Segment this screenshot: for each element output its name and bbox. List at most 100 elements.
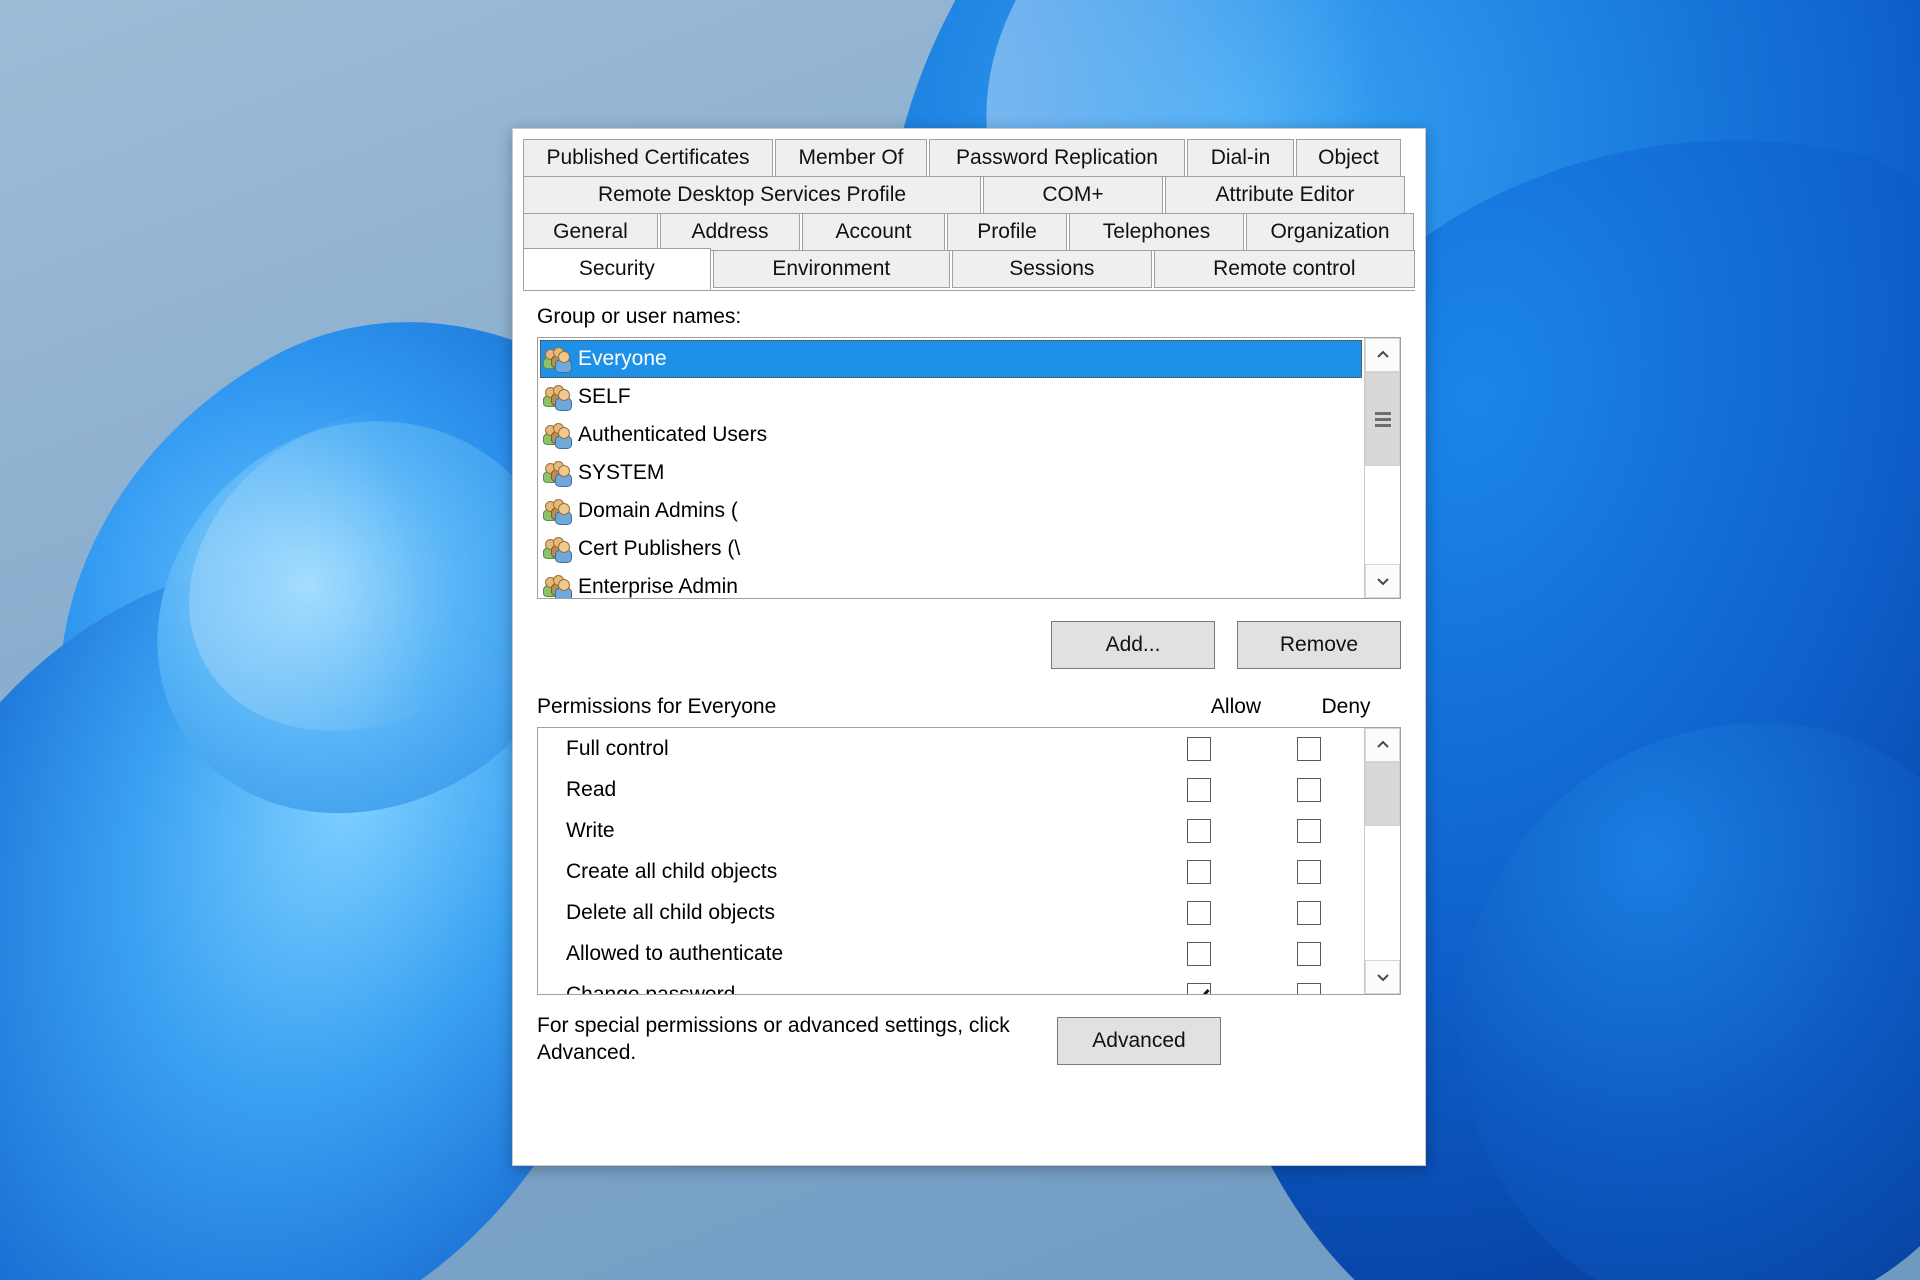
- scroll-up-button[interactable]: [1365, 338, 1400, 372]
- permission-allow-cell: [1144, 778, 1254, 802]
- tab-strip: Published CertificatesMember OfPassword …: [513, 129, 1425, 290]
- permissions-rows: Full control ReadWriteCreate all child ob…: [538, 728, 1364, 994]
- group-list-item[interactable]: SELF: [540, 378, 1364, 416]
- group-user-icon: [544, 385, 570, 409]
- tab-account[interactable]: Account: [802, 213, 945, 251]
- group-list-item[interactable]: Domain Admins (: [540, 492, 1364, 530]
- tab-row-4: SecurityEnvironmentSessionsRemote contro…: [523, 250, 1415, 290]
- group-user-icon: [544, 537, 570, 561]
- chevron-up-icon: [1375, 347, 1391, 363]
- permission-deny-cell: [1254, 942, 1364, 966]
- dialog-footer: For special permissions or advanced sett…: [537, 1013, 1415, 1067]
- permission-allow-checkbox[interactable]: [1187, 942, 1211, 966]
- permission-deny-checkbox[interactable]: [1297, 901, 1321, 925]
- group-list-item-label: Cert Publishers (\: [574, 537, 740, 561]
- group-list-item[interactable]: Everyone: [540, 340, 1362, 378]
- permission-row[interactable]: Create all child objects: [538, 851, 1364, 892]
- permission-allow-cell: [1144, 901, 1254, 925]
- permission-allow-checkbox[interactable]: [1187, 737, 1211, 761]
- tab-dial-in[interactable]: Dial-in: [1187, 139, 1294, 177]
- deny-column-header: Deny: [1291, 695, 1401, 719]
- chevron-down-icon: [1375, 573, 1391, 589]
- tab-address[interactable]: Address: [660, 213, 800, 251]
- permissions-scroll-track[interactable]: [1365, 762, 1400, 960]
- permission-row[interactable]: Write: [538, 810, 1364, 851]
- desktop-wallpaper: Published CertificatesMember OfPassword …: [0, 0, 1920, 1280]
- permission-deny-cell: [1254, 983, 1364, 995]
- permission-deny-checkbox[interactable]: [1297, 737, 1321, 761]
- group-list-item[interactable]: Enterprise Admin: [540, 568, 1364, 598]
- security-tab-pane: Group or user names: Everyone SELFAuthent…: [523, 290, 1415, 995]
- permission-name: Allowed to authenticate: [538, 942, 1144, 966]
- permission-allow-cell: [1144, 819, 1254, 843]
- advanced-hint-text: For special permissions or advanced sett…: [537, 1013, 1057, 1067]
- permissions-listbox[interactable]: Full control ReadWriteCreate all child ob…: [537, 727, 1401, 995]
- tab-profile[interactable]: Profile: [947, 213, 1067, 251]
- group-list-item-label: Everyone: [574, 347, 667, 371]
- tab-row-2: Remote Desktop Services ProfileCOM+Attri…: [523, 176, 1415, 214]
- tab-attribute-editor[interactable]: Attribute Editor: [1165, 176, 1405, 214]
- group-list-scrollbar[interactable]: [1364, 338, 1400, 598]
- permissions-scroll-thumb[interactable]: [1365, 762, 1400, 826]
- group-user-icon: [544, 423, 570, 447]
- allow-column-header: Allow: [1181, 695, 1291, 719]
- scroll-track[interactable]: [1365, 372, 1400, 564]
- permission-allow-checkbox[interactable]: [1187, 778, 1211, 802]
- permission-deny-cell: [1254, 778, 1364, 802]
- group-user-listbox[interactable]: Everyone SELFAuthenticated Users SYSTEM Dom…: [537, 337, 1401, 599]
- advanced-button[interactable]: Advanced: [1057, 1017, 1221, 1065]
- tab-security[interactable]: Security: [523, 248, 711, 290]
- permission-row[interactable]: Full control: [538, 728, 1364, 769]
- group-user-icon: [544, 347, 570, 371]
- scroll-thumb[interactable]: [1365, 372, 1400, 466]
- permissions-scroll-down-button[interactable]: [1365, 960, 1400, 994]
- tab-password-replication[interactable]: Password Replication: [929, 139, 1185, 177]
- permission-allow-checkbox[interactable]: [1187, 983, 1211, 995]
- permission-deny-checkbox[interactable]: [1297, 942, 1321, 966]
- tab-sessions[interactable]: Sessions: [952, 250, 1152, 288]
- group-list-item[interactable]: SYSTEM: [540, 454, 1364, 492]
- permissions-scroll-up-button[interactable]: [1365, 728, 1400, 762]
- permission-row[interactable]: Read: [538, 769, 1364, 810]
- add-button[interactable]: Add...: [1051, 621, 1215, 669]
- group-user-icon: [544, 575, 570, 598]
- group-list-item[interactable]: Cert Publishers (\: [540, 530, 1364, 568]
- permission-allow-cell: [1144, 942, 1254, 966]
- tab-remote-control[interactable]: Remote control: [1154, 250, 1415, 288]
- tab-published-certificates[interactable]: Published Certificates: [523, 139, 773, 177]
- permissions-scrollbar[interactable]: [1364, 728, 1400, 994]
- permission-deny-checkbox[interactable]: [1297, 860, 1321, 884]
- permission-allow-checkbox[interactable]: [1187, 860, 1211, 884]
- tab-object[interactable]: Object: [1296, 139, 1401, 177]
- tab-organization[interactable]: Organization: [1246, 213, 1414, 251]
- group-list-buttons: Add... Remove: [537, 621, 1401, 669]
- permission-row[interactable]: Allowed to authenticate: [538, 933, 1364, 974]
- tab-remote-desktop-services-profile[interactable]: Remote Desktop Services Profile: [523, 176, 981, 214]
- scroll-down-button[interactable]: [1365, 564, 1400, 598]
- permission-allow-checkbox[interactable]: [1187, 901, 1211, 925]
- permission-deny-cell: [1254, 819, 1364, 843]
- permission-allow-cell: [1144, 737, 1254, 761]
- advanced-button-wrap: Advanced: [1057, 1013, 1221, 1065]
- group-user-icon: [544, 461, 570, 485]
- permission-row[interactable]: Delete all child objects: [538, 892, 1364, 933]
- tab-environment[interactable]: Environment: [713, 250, 950, 288]
- permission-allow-checkbox[interactable]: [1187, 819, 1211, 843]
- remove-button[interactable]: Remove: [1237, 621, 1401, 669]
- tab-general[interactable]: General: [523, 213, 658, 251]
- tab-row-1: Published CertificatesMember OfPassword …: [523, 139, 1415, 177]
- permission-deny-checkbox[interactable]: [1297, 983, 1321, 995]
- group-list-item-label: SYSTEM: [574, 461, 664, 485]
- permission-deny-checkbox[interactable]: [1297, 819, 1321, 843]
- tab-member-of[interactable]: Member Of: [775, 139, 927, 177]
- group-list-item[interactable]: Authenticated Users: [540, 416, 1364, 454]
- chevron-down-icon: [1375, 969, 1391, 985]
- tab-com[interactable]: COM+: [983, 176, 1163, 214]
- group-list-item-label: Enterprise Admin: [574, 575, 738, 598]
- permission-deny-checkbox[interactable]: [1297, 778, 1321, 802]
- chevron-up-icon: [1375, 737, 1391, 753]
- permission-name: Full control: [538, 737, 1144, 761]
- tab-telephones[interactable]: Telephones: [1069, 213, 1244, 251]
- permission-row[interactable]: Change password: [538, 974, 1364, 994]
- group-or-user-names-label: Group or user names:: [537, 305, 1401, 329]
